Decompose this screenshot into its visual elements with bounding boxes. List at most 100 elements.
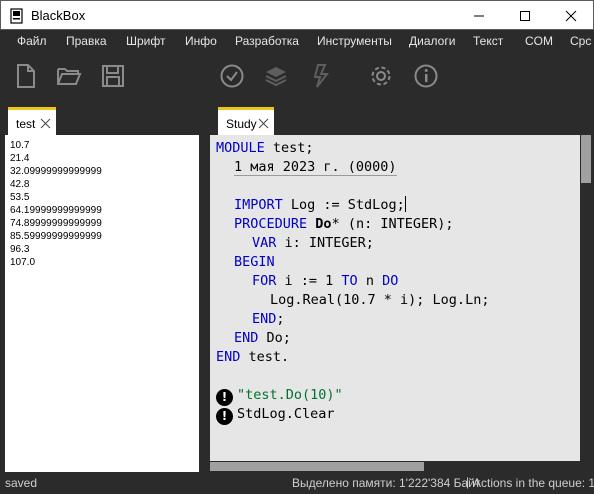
log-pane: test 10.7 21.4 32.09999999999999 42.8 53… bbox=[0, 104, 208, 472]
queue-status: Actions in the queue: 11 bbox=[473, 476, 594, 490]
close-icon[interactable] bbox=[40, 118, 51, 129]
gear-icon[interactable] bbox=[368, 63, 394, 89]
status-separator: | bbox=[466, 475, 470, 489]
log-line: 96.3 bbox=[10, 244, 30, 255]
keyword: END bbox=[234, 330, 259, 346]
menu-edit[interactable]: Правка bbox=[66, 34, 107, 48]
toolbar bbox=[0, 53, 594, 101]
keyword: VAR bbox=[252, 235, 277, 251]
code-text: * (n: INTEGER); bbox=[331, 216, 454, 232]
code-text: test. bbox=[240, 349, 290, 365]
menu-text[interactable]: Текст bbox=[473, 34, 503, 48]
menu-bar: Файл Правка Шрифт Инфо Разработка Инстру… bbox=[0, 30, 594, 53]
text-caret bbox=[404, 196, 406, 212]
menu-tools[interactable]: Инструменты bbox=[317, 34, 392, 48]
minimize-icon bbox=[474, 15, 484, 16]
horizontal-scroll-thumb[interactable] bbox=[210, 462, 424, 471]
code-line: END Do; bbox=[234, 329, 291, 348]
keyword: PROCEDURE bbox=[234, 216, 308, 232]
menu-info[interactable]: Инфо bbox=[185, 34, 217, 48]
minimize-button[interactable] bbox=[456, 1, 502, 30]
log-line: 42.8 bbox=[10, 179, 30, 190]
code-text: Log := StdLog; bbox=[282, 197, 405, 213]
lightning-icon[interactable] bbox=[308, 63, 334, 89]
code-line: END test. bbox=[216, 348, 289, 367]
log-output[interactable]: 10.7 21.4 32.09999999999999 42.8 53.5 64… bbox=[5, 135, 199, 472]
log-line: 10.7 bbox=[10, 140, 30, 151]
maximize-button[interactable] bbox=[502, 1, 548, 30]
keyword: BEGIN bbox=[234, 254, 275, 270]
command-line: ! "test.Do(10)" bbox=[216, 386, 343, 406]
log-line: 107.0 bbox=[10, 257, 36, 268]
open-folder-icon[interactable] bbox=[56, 63, 82, 89]
vertical-scrollbar[interactable] bbox=[580, 135, 592, 461]
code-text: n bbox=[357, 273, 383, 289]
menu-dev[interactable]: Разработка bbox=[235, 34, 299, 48]
tab-test[interactable]: test bbox=[8, 107, 56, 135]
command-string: "test.Do(10)" bbox=[237, 387, 343, 403]
log-line: 32.09999999999999 bbox=[10, 166, 102, 177]
command-line: ! StdLog.Clear bbox=[216, 405, 335, 425]
log-line: 21.4 bbox=[10, 153, 30, 164]
menu-com[interactable]: COM bbox=[525, 34, 553, 48]
keyword: TO bbox=[341, 273, 358, 289]
code-line: MODULE test; bbox=[216, 139, 314, 158]
layers-icon[interactable] bbox=[263, 63, 289, 89]
code-text: Do; bbox=[258, 330, 291, 346]
code-editor[interactable]: MODULE test; 1 мая 2023 г. (0000) IMPORT… bbox=[210, 135, 580, 461]
keyword: FOR bbox=[252, 273, 277, 289]
window-title: BlackBox bbox=[31, 8, 86, 23]
pane-splitter[interactable] bbox=[199, 135, 208, 472]
status-bar: saved Выделено памяти: 1'222'384 Байт | … bbox=[0, 472, 594, 494]
status-text: saved bbox=[5, 476, 38, 490]
code-line: END; bbox=[252, 310, 285, 329]
code-text: i := 1 bbox=[276, 273, 342, 289]
commander-icon[interactable]: ! bbox=[216, 408, 233, 425]
menu-font[interactable]: Шрифт bbox=[126, 34, 165, 48]
code-text: i: INTEGER; bbox=[276, 235, 374, 251]
blackbox-app-icon bbox=[10, 8, 23, 24]
command-text: StdLog.Clear bbox=[237, 406, 335, 422]
tab-test-label: test bbox=[16, 117, 36, 131]
code-line: IMPORT Log := StdLog; bbox=[234, 196, 406, 215]
code-line: FOR i := 1 TO n DO bbox=[252, 272, 398, 291]
code-line: BEGIN bbox=[234, 253, 275, 272]
save-disk-icon[interactable] bbox=[100, 63, 126, 89]
date-stamp: 1 мая 2023 г. (0000) bbox=[234, 159, 397, 176]
log-line: 85.59999999999999 bbox=[10, 231, 102, 242]
code-line: Log.Real(10.7 * i); Log.Ln; bbox=[270, 291, 489, 310]
code-line: PROCEDURE Do* (n: INTEGER); bbox=[234, 215, 453, 234]
menu-dialogs[interactable]: Диалоги bbox=[409, 34, 455, 48]
horizontal-scrollbar[interactable] bbox=[210, 461, 580, 472]
check-icon[interactable] bbox=[219, 63, 245, 89]
memory-status: Выделено памяти: 1'222'384 Байт bbox=[292, 476, 481, 490]
title-bar: BlackBox bbox=[0, 0, 594, 30]
code-line: VAR i: INTEGER; bbox=[252, 234, 374, 253]
code-line: 1 мая 2023 г. (0000) bbox=[234, 158, 397, 177]
keyword: MODULE bbox=[216, 140, 265, 156]
info-icon[interactable] bbox=[413, 63, 439, 89]
new-document-icon[interactable] bbox=[13, 63, 39, 89]
log-line: 64.19999999999999 bbox=[10, 205, 102, 216]
tab-study-label: Study bbox=[226, 117, 257, 131]
editor-pane: Study MODULE test; 1 мая 2023 г. (0000) … bbox=[208, 104, 594, 472]
tab-study[interactable]: Study bbox=[218, 107, 274, 135]
procedure-name: Do bbox=[315, 216, 332, 232]
code-text: ; bbox=[276, 311, 285, 327]
log-line: 74.89999999999999 bbox=[10, 218, 102, 229]
code-text: Log.Real(10.7 * i); Log.Ln; bbox=[270, 292, 490, 308]
keyword: DO bbox=[382, 273, 399, 289]
keyword: END bbox=[216, 349, 241, 365]
log-line: 53.5 bbox=[10, 192, 30, 203]
maximize-icon bbox=[520, 10, 530, 21]
close-icon[interactable] bbox=[258, 118, 269, 129]
menu-file[interactable]: Файл bbox=[17, 34, 47, 48]
vertical-scroll-thumb[interactable] bbox=[581, 135, 591, 183]
commander-icon[interactable]: ! bbox=[216, 389, 233, 406]
menu-src[interactable]: Срс bbox=[570, 34, 591, 48]
close-icon bbox=[565, 10, 577, 21]
keyword: IMPORT bbox=[234, 197, 283, 213]
code-text: test; bbox=[264, 140, 314, 156]
keyword: END bbox=[252, 311, 277, 327]
close-window-button[interactable] bbox=[548, 1, 594, 30]
